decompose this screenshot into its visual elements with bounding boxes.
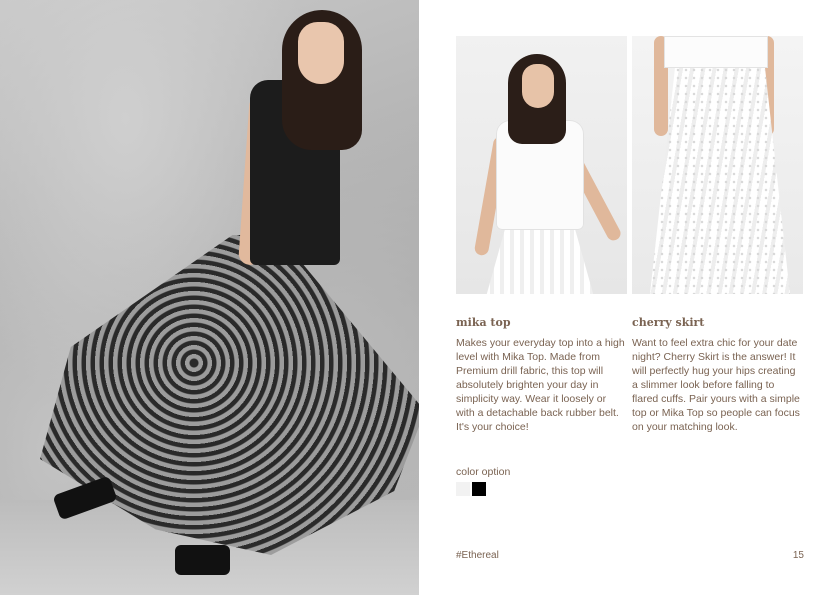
hero-face [298, 22, 344, 84]
collection-hashtag: #Ethereal [456, 550, 499, 561]
product-title: cherry skirt [632, 316, 705, 329]
color-swatch-black[interactable] [472, 482, 486, 496]
product-description: Makes your everyday top into a high leve… [456, 337, 625, 433]
model-face [522, 64, 554, 108]
lace-skirt [484, 224, 596, 294]
hero-photo [0, 0, 419, 595]
color-option-label: color option [456, 466, 511, 478]
cherry-skirt-photo [632, 36, 803, 294]
color-swatch-white[interactable] [456, 482, 470, 496]
mika-top-photo [456, 36, 627, 294]
hero-shoe [175, 545, 230, 575]
product-description: Want to feel extra chic for your date ni… [632, 337, 800, 433]
white-top [664, 36, 768, 68]
color-swatches [456, 482, 486, 496]
page-number: 15 [792, 550, 804, 561]
product-title: mika top [456, 316, 511, 329]
